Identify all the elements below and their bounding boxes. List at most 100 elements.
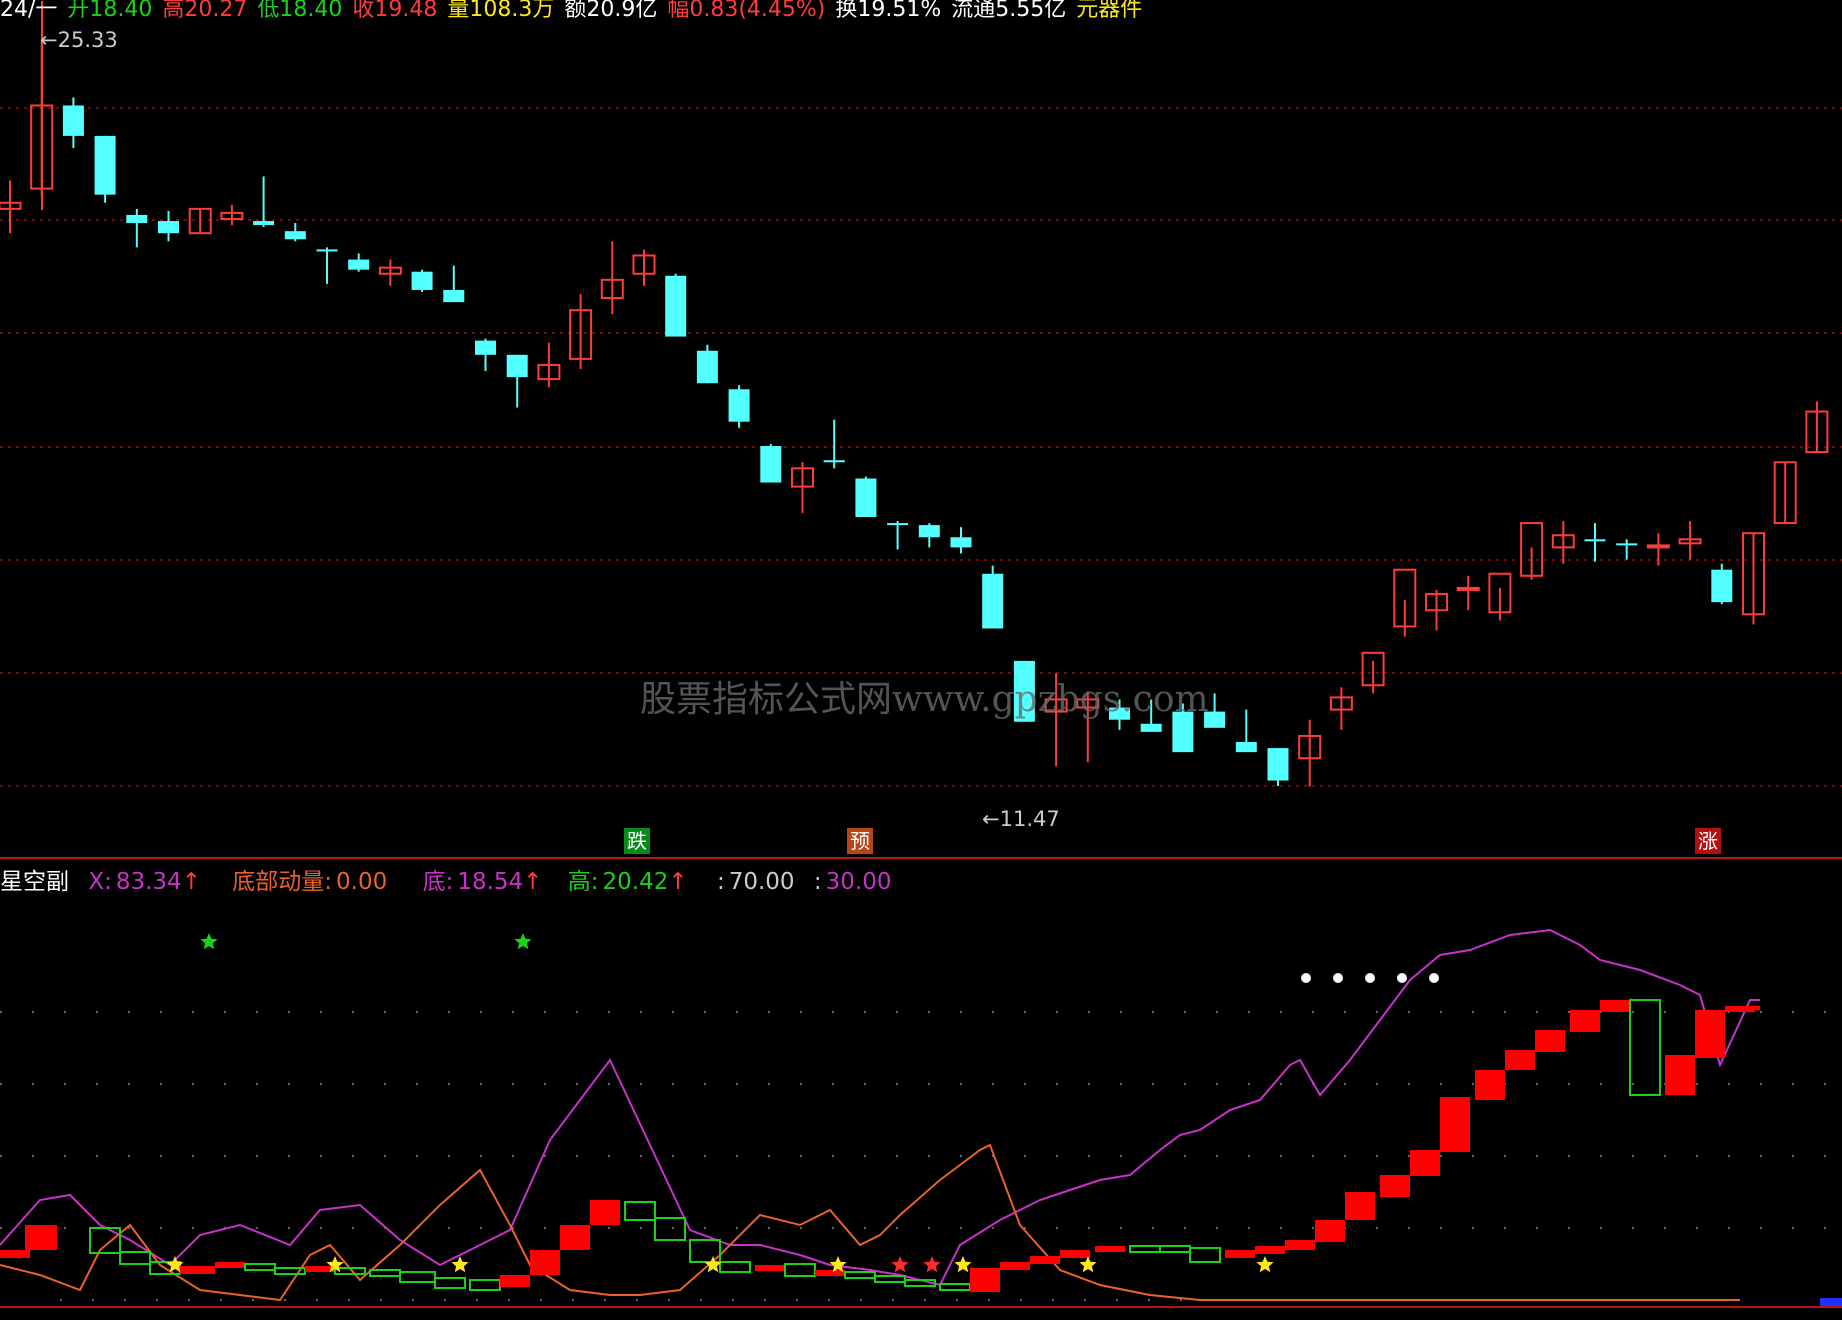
candle-body	[316, 249, 338, 252]
candle-body	[1711, 569, 1733, 603]
bottom-value: 18.54	[457, 869, 524, 895]
header-range: 幅0.83(4.45%)	[667, 0, 826, 22]
price-low-label: ←11.47	[982, 807, 1060, 831]
momentum-block-green	[1189, 1247, 1221, 1263]
header-volume: 量108.3万	[447, 0, 555, 22]
momentum-block-green	[244, 1263, 276, 1271]
momentum-block-green	[1129, 1245, 1161, 1253]
yellow-star-icon	[829, 1256, 847, 1273]
indicator-header: 星空副 X: 83.34↑ 底部动量: 0.00 底: 18.54↑ 高: 20.42↑…	[0, 862, 892, 895]
momentum-block-red	[1665, 1055, 1695, 1095]
candle-body	[982, 573, 1004, 629]
header-float: 流通5.55亿	[951, 0, 1067, 22]
candle-body	[665, 275, 687, 337]
momentum-block-green	[719, 1261, 751, 1273]
white-dot-icon	[1301, 973, 1311, 983]
candle-body	[284, 231, 306, 240]
momentum-block-red	[1730, 1006, 1760, 1010]
quote-header: 24/一 开18.40 高20.27 低18.40 收19.48 量108.3万 额20.9…	[0, 0, 1152, 22]
x-line	[0, 928, 1760, 1287]
x-up-arrow: ↑	[181, 869, 201, 895]
candle-body	[918, 525, 940, 538]
candle-body	[1616, 543, 1638, 546]
white-dot-icon	[1333, 973, 1343, 983]
watermark: 股票指标公式网www.gpzbgs.com	[640, 679, 1209, 720]
header-turnover: 换19.51%	[835, 0, 942, 22]
momentum-value: 0.00	[336, 869, 388, 895]
candle-body	[62, 105, 84, 136]
header-date: 24/一	[0, 0, 58, 22]
candle-body	[506, 354, 528, 378]
momentum-block-green	[784, 1263, 816, 1277]
signal-rise: 涨	[1695, 828, 1721, 854]
line2-value: 30.00	[825, 869, 892, 895]
momentum-block-green	[844, 1271, 876, 1279]
bottom-label: 底:	[422, 869, 454, 895]
header-open: 开18.40	[67, 0, 153, 22]
header-amount: 额20.9亿	[564, 0, 658, 22]
kline-chart[interactable]	[0, 0, 1842, 1320]
momentum-block-green	[654, 1217, 686, 1241]
momentum-block-red	[970, 1268, 1000, 1292]
momentum-block-red	[1440, 1097, 1470, 1152]
momentum-block-red	[815, 1270, 845, 1276]
white-dot-icon	[1365, 973, 1375, 983]
momentum-block-red	[1095, 1246, 1125, 1252]
candle-body	[1140, 723, 1162, 732]
candle-body	[475, 340, 496, 355]
momentum-block-red	[1570, 1010, 1600, 1032]
momentum-block-green	[874, 1275, 906, 1283]
momentum-block-red	[1285, 1240, 1315, 1250]
momentum-block-red	[1000, 1262, 1030, 1270]
momentum-block-green	[369, 1269, 401, 1277]
top-label: 高:	[567, 869, 599, 895]
candle-body	[855, 478, 877, 517]
candle-body	[94, 135, 116, 195]
momentum-block-green	[1629, 999, 1661, 1096]
green-star-icon	[514, 933, 532, 950]
red-star-icon	[891, 1256, 909, 1273]
scroll-marker	[1820, 1298, 1842, 1306]
white-dot-icon	[1429, 973, 1439, 983]
candle-body	[950, 537, 972, 548]
indicator-pane	[0, 928, 1842, 1306]
momentum-block-red	[180, 1266, 215, 1274]
grid-lines	[0, 1, 1842, 1308]
x-label: X:	[88, 869, 112, 895]
momentum-block-red	[1315, 1220, 1345, 1242]
momentum-label: 底部动量:	[232, 869, 333, 895]
momentum-block-red	[1030, 1256, 1060, 1264]
momentum-block-red	[1600, 1000, 1630, 1012]
x-value: 83.34	[115, 869, 182, 895]
candle-body	[443, 289, 465, 303]
header-sector: 元器件	[1076, 0, 1143, 22]
candle-body	[411, 271, 433, 290]
line1-value: 70.00	[728, 869, 795, 895]
momentum-block-red	[1380, 1175, 1410, 1197]
line2-label: :	[813, 869, 822, 895]
white-dot-icon	[1397, 973, 1407, 983]
momentum-block-red	[1410, 1150, 1440, 1176]
momentum-block-green	[399, 1271, 436, 1283]
candle-body	[696, 350, 718, 384]
green-star-icon	[200, 933, 218, 950]
candle-body	[126, 214, 148, 224]
candle-body	[348, 259, 370, 270]
indicator-name: 星空副	[0, 869, 69, 895]
momentum-block-red	[1225, 1250, 1255, 1258]
momentum-block-red	[1475, 1070, 1505, 1100]
momentum-block-red	[560, 1225, 590, 1250]
bottom-up-arrow: ↑	[523, 869, 543, 895]
header-high: 高20.27	[162, 0, 248, 22]
candle-body	[158, 221, 179, 234]
candle-body	[1584, 539, 1606, 542]
signal-fall: 跌	[624, 828, 650, 854]
header-close: 收19.48	[352, 0, 438, 22]
candle-body	[823, 460, 845, 463]
momentum-block-red	[215, 1262, 245, 1268]
momentum-block-green	[434, 1277, 466, 1289]
momentum-line	[0, 1143, 1740, 1302]
candle-body	[760, 446, 782, 483]
momentum-block-red	[1345, 1192, 1375, 1220]
candle-body	[1267, 748, 1289, 781]
